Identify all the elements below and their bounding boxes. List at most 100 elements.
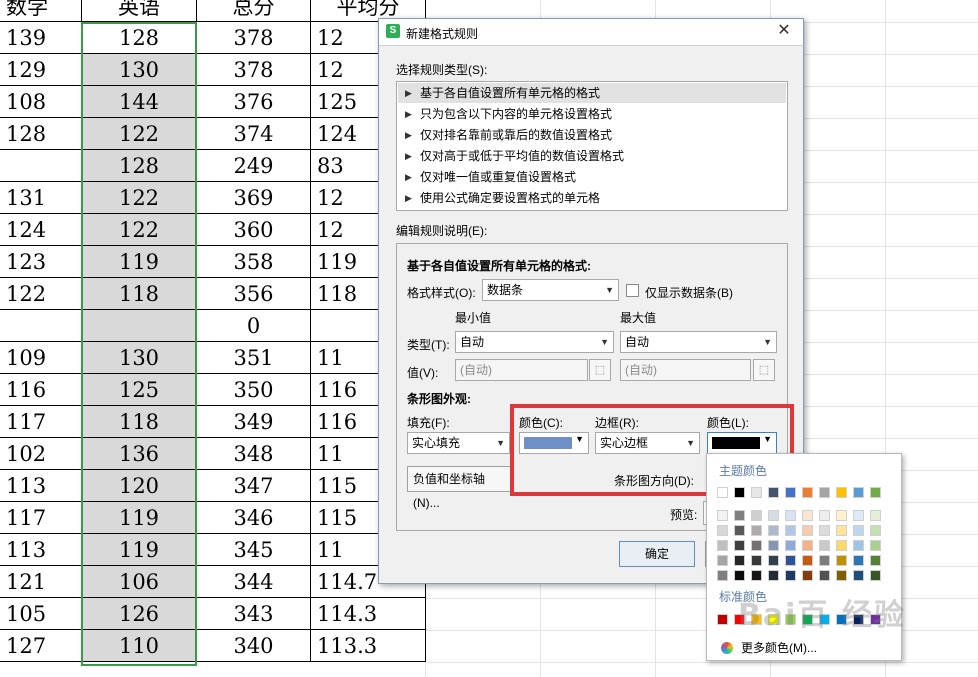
theme-shade-swatch[interactable] — [836, 555, 847, 566]
theme-shade-swatch[interactable] — [819, 555, 830, 566]
theme-shade-swatch[interactable] — [785, 540, 796, 551]
table-cell[interactable]: 113 — [0, 470, 82, 502]
table-cell[interactable]: 120 — [82, 470, 197, 502]
theme-shade-swatch[interactable] — [751, 540, 762, 551]
theme-shade-swatch[interactable] — [836, 570, 847, 581]
theme-shade-swatch[interactable] — [768, 570, 779, 581]
theme-shade-swatch[interactable] — [819, 510, 830, 521]
table-cell[interactable]: 110 — [82, 630, 197, 662]
min-value-input[interactable]: (自动) — [455, 359, 588, 381]
theme-color-swatch[interactable] — [836, 487, 847, 498]
table-cell[interactable]: 139 — [0, 22, 82, 54]
standard-color-swatch[interactable] — [768, 614, 779, 625]
table-cell[interactable]: 349 — [197, 406, 311, 438]
rule-type-item[interactable]: ▶ 仅对排名靠前或靠后的数值设置格式 — [398, 125, 786, 145]
theme-shade-swatch[interactable] — [836, 525, 847, 536]
rule-type-item[interactable]: ▶ 只为包含以下内容的单元格设置格式 — [398, 104, 786, 124]
theme-shade-swatch[interactable] — [751, 510, 762, 521]
theme-shade-swatch[interactable] — [853, 555, 864, 566]
theme-color-swatch[interactable] — [802, 487, 813, 498]
table-cell[interactable]: 105 — [0, 598, 82, 630]
dialog-titlebar[interactable]: S 新建格式规则 ✕ — [379, 19, 803, 46]
standard-color-swatch[interactable] — [751, 614, 762, 625]
standard-color-swatch[interactable] — [870, 614, 881, 625]
table-cell[interactable]: 113 — [0, 534, 82, 566]
theme-shade-swatch[interactable] — [734, 555, 745, 566]
theme-color-swatch[interactable] — [734, 487, 745, 498]
table-cell[interactable]: 122 — [82, 182, 197, 214]
theme-shade-swatch[interactable] — [802, 510, 813, 521]
theme-color-swatch[interactable] — [751, 487, 762, 498]
table-cell[interactable]: 0 — [197, 310, 311, 342]
rule-type-item[interactable]: ▶ 仅对唯一值或重复值设置格式 — [398, 167, 786, 187]
max-type-dropdown[interactable]: 自动 ▼ — [620, 331, 777, 353]
rule-type-list[interactable]: ▶ 基于各自值设置所有单元格的格式 ▶ 只为包含以下内容的单元格设置格式 ▶ 仅对排名靠前… — [396, 81, 788, 211]
table-cell[interactable] — [0, 150, 82, 182]
table-cell[interactable] — [82, 310, 197, 342]
rule-type-item[interactable]: ▶ 基于各自值设置所有单元格的格式 — [398, 83, 786, 103]
ok-button[interactable]: 确定 — [619, 541, 695, 567]
table-cell[interactable]: 351 — [197, 342, 311, 374]
table-cell[interactable] — [0, 310, 82, 342]
table-cell[interactable]: 343 — [197, 598, 311, 630]
theme-shade-swatch[interactable] — [870, 540, 881, 551]
rule-type-item[interactable]: ▶ 使用公式确定要设置格式的单元格 — [398, 188, 786, 208]
theme-shade-swatch[interactable] — [768, 525, 779, 536]
table-cell[interactable]: 127 — [0, 630, 82, 662]
theme-shade-swatch[interactable] — [768, 540, 779, 551]
header-cell[interactable]: 数学 — [0, 0, 82, 22]
table-cell[interactable]: 116 — [0, 374, 82, 406]
table-cell[interactable]: 113.3 — [311, 630, 426, 662]
theme-shade-swatch[interactable] — [802, 570, 813, 581]
table-cell[interactable]: 124 — [0, 214, 82, 246]
theme-shade-swatch[interactable] — [853, 540, 864, 551]
theme-shade-swatch[interactable] — [836, 540, 847, 551]
theme-shade-swatch[interactable] — [734, 510, 745, 521]
table-cell[interactable]: 121 — [0, 566, 82, 598]
theme-shade-swatch[interactable] — [819, 570, 830, 581]
theme-shade-swatch[interactable] — [785, 510, 796, 521]
table-cell[interactable]: 346 — [197, 502, 311, 534]
cell-picker-icon[interactable]: ⬚ — [753, 359, 775, 381]
theme-shade-swatch[interactable] — [819, 525, 830, 536]
theme-color-swatch[interactable] — [768, 487, 779, 498]
theme-shade-swatch[interactable] — [785, 555, 796, 566]
header-cell[interactable]: 总分 — [197, 0, 311, 22]
table-cell[interactable]: 122 — [0, 278, 82, 310]
table-cell[interactable]: 129 — [0, 54, 82, 86]
theme-shade-swatch[interactable] — [853, 570, 864, 581]
theme-shade-swatch[interactable] — [819, 540, 830, 551]
table-cell[interactable]: 350 — [197, 374, 311, 406]
theme-color-swatch[interactable] — [870, 487, 881, 498]
theme-shade-swatch[interactable] — [836, 510, 847, 521]
table-cell[interactable]: 126 — [82, 598, 197, 630]
theme-shade-swatch[interactable] — [870, 510, 881, 521]
table-cell[interactable]: 131 — [0, 182, 82, 214]
standard-color-swatch[interactable] — [836, 614, 847, 625]
theme-shade-swatch[interactable] — [717, 555, 728, 566]
table-cell[interactable]: 109 — [0, 342, 82, 374]
table-cell[interactable]: 356 — [197, 278, 311, 310]
theme-shade-swatch[interactable] — [785, 570, 796, 581]
negative-value-axis-button[interactable]: 负值和坐标轴(N)... — [407, 466, 512, 510]
theme-shade-swatch[interactable] — [870, 570, 881, 581]
table-cell[interactable]: 369 — [197, 182, 311, 214]
theme-color-swatch[interactable] — [819, 487, 830, 498]
table-cell[interactable]: 358 — [197, 246, 311, 278]
theme-shade-swatch[interactable] — [717, 525, 728, 536]
theme-shade-swatch[interactable] — [734, 540, 745, 551]
table-cell[interactable]: 360 — [197, 214, 311, 246]
table-cell[interactable]: 114.3 — [311, 598, 426, 630]
theme-shade-swatch[interactable] — [785, 525, 796, 536]
table-cell[interactable]: 122 — [82, 118, 197, 150]
table-cell[interactable]: 378 — [197, 54, 311, 86]
table-cell[interactable]: 128 — [82, 22, 197, 54]
table-cell[interactable]: 117 — [0, 406, 82, 438]
standard-color-swatch[interactable] — [802, 614, 813, 625]
table-cell[interactable]: 376 — [197, 86, 311, 118]
table-cell[interactable]: 128 — [0, 118, 82, 150]
table-cell[interactable]: 374 — [197, 118, 311, 150]
show-bar-only-checkbox[interactable] — [626, 284, 639, 297]
max-value-input[interactable]: (自动) — [620, 359, 751, 381]
table-cell[interactable]: 344 — [197, 566, 311, 598]
